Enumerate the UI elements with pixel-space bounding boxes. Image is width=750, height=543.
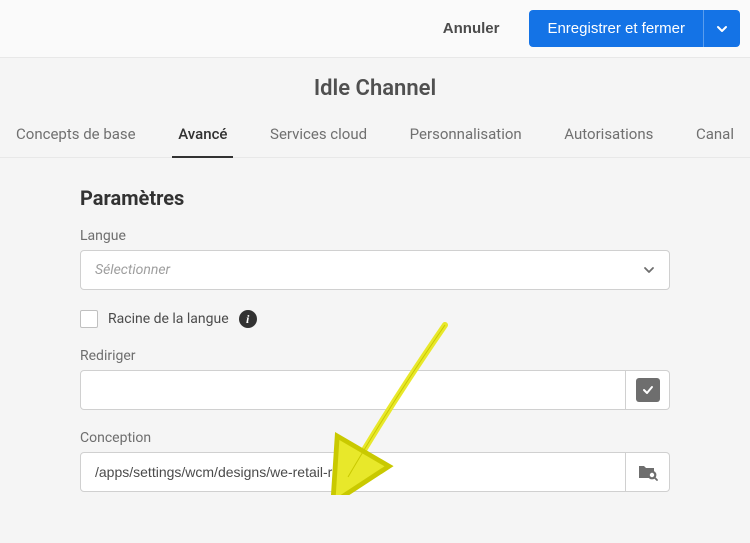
tab-authorizations[interactable]: Autorisations [558,115,659,157]
field-design: Conception [80,430,670,492]
browse-icon [638,463,658,481]
save-and-close-button[interactable]: Enregistrer et fermer [529,10,703,47]
top-bar: Annuler Enregistrer et fermer [0,0,750,58]
info-icon[interactable]: i [239,310,257,328]
design-input[interactable] [80,452,626,492]
field-language: Langue Sélectionner [80,228,670,290]
language-select[interactable]: Sélectionner [80,250,670,290]
field-language-root: Racine de la langue i [80,310,670,328]
chevron-down-icon [716,23,728,35]
field-redirect: Rediriger [80,348,670,410]
page-title: Idle Channel [0,58,750,115]
save-button-group: Enregistrer et fermer [529,10,740,47]
redirect-label: Rediriger [80,348,670,364]
chevron-down-icon [643,264,655,276]
language-label: Langue [80,228,670,244]
cancel-button[interactable]: Annuler [423,10,520,47]
redirect-input[interactable] [80,370,626,410]
section-heading: Paramètres [80,186,670,210]
language-root-checkbox[interactable] [80,310,98,328]
design-label: Conception [80,430,670,446]
tab-advanced[interactable]: Avancé [172,115,233,157]
save-dropdown-button[interactable] [703,10,740,47]
tab-personalization[interactable]: Personnalisation [404,115,528,157]
tab-channel[interactable]: Canal [690,115,740,157]
language-select-placeholder: Sélectionner [95,262,170,278]
tabs: Concepts de base Avancé Services cloud P… [0,115,750,158]
tab-basic-concepts[interactable]: Concepts de base [10,115,142,157]
design-browse-button[interactable] [626,452,670,492]
check-icon [636,378,660,402]
tab-cloud-services[interactable]: Services cloud [264,115,373,157]
content-area: Paramètres Langue Sélectionner Racine de… [0,158,750,532]
redirect-picker-button[interactable] [626,370,670,410]
language-root-label: Racine de la langue [108,311,229,327]
